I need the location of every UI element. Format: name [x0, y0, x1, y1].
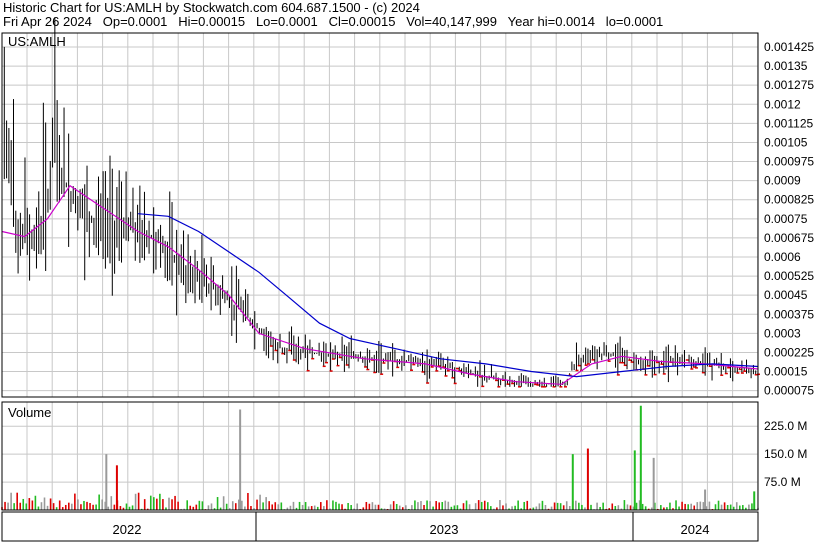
price-grid — [2, 33, 759, 397]
y-tick-label: 0.00045 — [764, 288, 808, 302]
y-tick-label: 0.001425 — [764, 40, 814, 54]
volume-tick-label: 150.0 M — [764, 447, 807, 461]
y-tick-label: 0.000675 — [764, 231, 814, 245]
y-tick-label: 0.001125 — [764, 116, 813, 130]
price-panel-title: US:AMLH — [8, 34, 66, 49]
y-tick-label: 0.00075 — [764, 212, 808, 226]
x-tick-label: 2022 — [113, 522, 142, 537]
y-tick-label: 0.001275 — [764, 78, 814, 92]
volume-grid — [2, 402, 759, 510]
volume-tick-label: 225.0 M — [764, 419, 807, 433]
y-tick-label: 0.000525 — [764, 269, 814, 283]
x-tick-label: 2023 — [430, 522, 459, 537]
y-tick-label: 0.000825 — [764, 193, 814, 207]
y-tick-label: 0.000975 — [764, 155, 814, 169]
volume-tick-label: 75.0 M — [764, 475, 801, 489]
y-tick-label: 0.000375 — [764, 307, 814, 321]
price-bars — [1, 17, 760, 388]
y-tick-label: 0.0003 — [764, 326, 801, 340]
axis-labels: 0.001425 0.00135 0.001275 0.0012 0.001125 0.0… — [8, 34, 814, 537]
y-tick-label: 0.0009 — [764, 174, 801, 188]
y-tick-label: 0.000075 — [764, 384, 814, 398]
x-tick-label: 2024 — [681, 522, 710, 537]
y-tick-label: 0.000225 — [764, 345, 814, 359]
stock-chart: 0.001425 0.00135 0.001275 0.0012 0.001125 0.0… — [1, 17, 814, 542]
y-tick-label: 0.00015 — [764, 365, 808, 379]
volume-panel-title: Volume — [8, 405, 51, 420]
y-tick-label: 0.00105 — [764, 135, 808, 149]
y-tick-label: 0.0006 — [764, 250, 801, 264]
y-tick-label: 0.00135 — [764, 59, 808, 73]
y-tick-label: 0.0012 — [764, 97, 801, 111]
